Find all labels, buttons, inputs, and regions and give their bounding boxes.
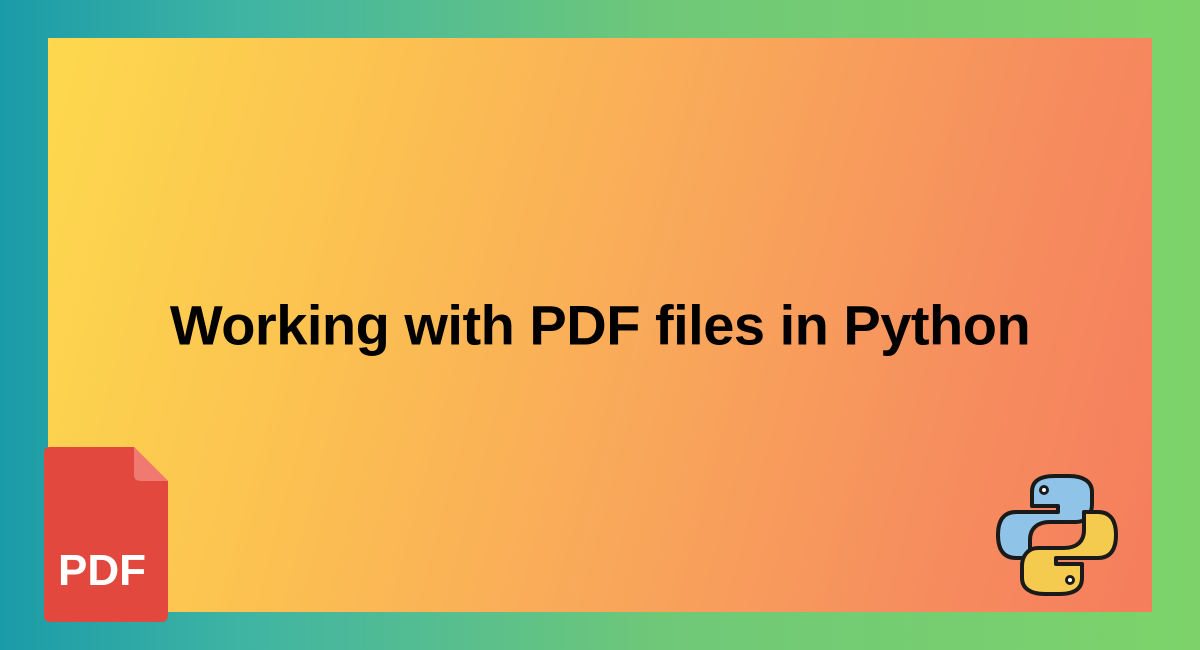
content-card: Working with PDF files in Python PDF	[48, 38, 1152, 612]
gradient-frame: Working with PDF files in Python PDF	[0, 0, 1200, 650]
pdf-label: PDF	[58, 546, 146, 595]
pdf-file-icon: PDF	[34, 447, 174, 622]
page-title: Working with PDF files in Python	[170, 293, 1030, 358]
python-logo-icon	[992, 470, 1122, 600]
